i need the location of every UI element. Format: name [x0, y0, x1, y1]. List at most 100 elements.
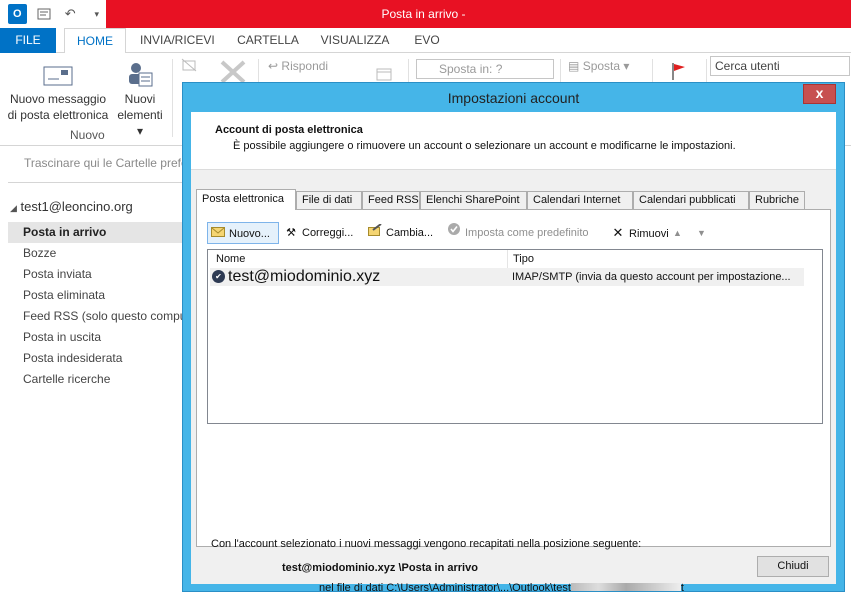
tab-folder[interactable]: CARTELLA — [236, 28, 300, 53]
folder-rss-feeds[interactable]: Feed RSS (solo questo comput — [8, 306, 184, 327]
arrow-up-icon: ▲ — [673, 228, 682, 238]
dialog-header: Account di posta elettronica È possibile… — [191, 112, 836, 170]
reply-button: ↩ Rispondi — [268, 59, 328, 73]
repair-button[interactable]: ⚒ Correggi... — [283, 222, 353, 244]
tab-home[interactable]: HOME — [64, 28, 126, 54]
change-label: Cambia... — [386, 227, 434, 239]
tab-rss-feeds[interactable]: Feed RSS — [362, 191, 420, 209]
arrow-down-icon: ▼ — [697, 228, 706, 238]
column-header-name[interactable]: Nome — [208, 250, 508, 268]
ignore-icon — [180, 57, 198, 76]
search-people-input[interactable]: Cerca utenti — [710, 56, 850, 76]
account-row-name: test@miodominio.xyz — [228, 268, 381, 285]
move-down-button[interactable]: ▼ — [697, 222, 706, 244]
remove-x-icon: ✕ — [612, 225, 624, 240]
default-account-check-icon: ✔ — [212, 270, 225, 283]
new-items-label-1: Nuovi — [124, 92, 156, 106]
quick-access-toolbar: O ↶ ▾ — [0, 0, 106, 28]
tab-published-calendars[interactable]: Calendari pubblicati — [633, 191, 749, 209]
folder-inbox[interactable]: Posta in arrivo — [8, 222, 184, 243]
redacted-filename — [570, 583, 681, 591]
window-title: Posta in arrivo - — [381, 7, 466, 21]
delivery-data-file-path: nel file di dati C:\Users\Administrator\… — [319, 582, 571, 594]
header-title: Account di posta elettronica — [215, 124, 363, 136]
delivery-account-path: test@miodominio.xyz \Posta in arrivo — [282, 562, 478, 574]
folder-junk[interactable]: Posta indesiderata — [8, 348, 184, 369]
tab-internet-calendars[interactable]: Calendari Internet — [527, 191, 633, 209]
folder-pane: Trascinare qui le Cartelle prefe ◢ test1… — [0, 146, 188, 595]
dialog-body: Account di posta elettronica È possibile… — [191, 112, 836, 594]
account-name: test1@leoncino.org — [20, 199, 133, 214]
accounts-list[interactable]: Nome Tipo ✔ test@miodominio.xyz IMAP/SMTP… — [207, 249, 823, 424]
new-items-icon — [114, 59, 166, 91]
folder-outbox[interactable]: Posta in uscita — [8, 327, 184, 348]
new-email-label-1: Nuovo messaggio — [9, 92, 107, 106]
title-bar: O ↶ ▾ Posta in arrivo - — [0, 0, 851, 28]
tools-icon: ⚒ — [286, 227, 296, 239]
send-receive-icon[interactable] — [35, 4, 54, 24]
undo-icon[interactable]: ↶ — [61, 4, 80, 24]
new-email-icon — [6, 61, 110, 91]
account-row-name-cell: ✔ test@miodominio.xyz — [212, 268, 380, 286]
delivery-data-file-tail: t — [680, 582, 684, 594]
column-header-type[interactable]: Tipo — [509, 250, 805, 268]
folder-sent[interactable]: Posta inviata — [8, 264, 184, 285]
list-header: Nome Tipo — [208, 250, 822, 268]
email-tab-panel: Nuovo... ⚒ Correggi... Cambia... Imposta … — [196, 209, 831, 594]
new-email-button[interactable]: Nuovo messaggio di posta elettronica — [6, 61, 110, 123]
outlook-app-icon[interactable]: O — [8, 4, 27, 24]
account-row-type: IMAP/SMTP (invia da questo account per i… — [512, 271, 791, 283]
check-circle-icon — [446, 222, 462, 244]
account-settings-dialog: Impostazioni account x Account di posta … — [182, 82, 845, 594]
set-default-label: Imposta come predefinito — [465, 227, 589, 239]
tab-view[interactable]: VISUALIZZA — [320, 28, 390, 53]
tab-sharepoint-lists[interactable]: Elenchi SharePoint — [420, 191, 527, 209]
folder-deleted[interactable]: Posta eliminata — [8, 285, 184, 306]
tab-email[interactable]: Posta elettronica — [196, 189, 296, 210]
change-icon — [367, 222, 383, 244]
remove-label: Rimuovi — [629, 228, 669, 240]
new-items-button[interactable]: Nuovi elementi ▾ — [114, 59, 166, 139]
move-button: ▤ Sposta ▾ — [568, 59, 629, 73]
flag-icon — [670, 61, 688, 84]
move-icon: ▤ — [568, 59, 580, 73]
change-button[interactable]: Cambia... — [367, 222, 433, 244]
quick-steps-box: Sposta in: ? — [416, 59, 554, 79]
quick-step-move-to: Sposta in: ? — [439, 62, 503, 76]
qat-customize-icon[interactable]: ▾ — [88, 4, 107, 24]
tab-send-receive[interactable]: INVIA/RICEVI — [140, 28, 215, 53]
new-items-label-2: elementi ▾ — [117, 108, 163, 138]
delivery-data-file: nel file di dati C:\Users\Administrator\… — [319, 582, 684, 594]
header-subtitle: È possibile aggiungere o rimuovere un ac… — [233, 140, 736, 152]
remove-button[interactable]: ✕ Rimuovi — [610, 222, 669, 244]
new-email-label-2: di posta elettronica — [7, 108, 109, 122]
account-row[interactable]: ✔ test@miodominio.xyz IMAP/SMTP (invia da… — [210, 268, 804, 286]
account-node[interactable]: ◢ test1@leoncino.org — [10, 199, 133, 214]
new-mail-icon — [210, 223, 226, 245]
tab-evo[interactable]: EVO — [410, 28, 444, 53]
group-label-new: Nuovo — [70, 128, 105, 142]
move-up-button[interactable]: ▲ — [673, 222, 682, 244]
repair-label: Correggi... — [302, 227, 354, 239]
dialog-title: Impostazioni account — [447, 90, 580, 106]
ribbon-tabs: FILE HOME INVIA/RICEVI CARTELLA VISUALIZ… — [0, 28, 851, 54]
collapse-triangle-icon[interactable]: ◢ — [10, 203, 17, 213]
ribbon-separator — [172, 59, 173, 137]
reply-icon: ↩ — [268, 59, 279, 73]
delivery-intro-text: Con l'account selezionato i nuovi messag… — [211, 538, 642, 550]
reply-label: Rispondi — [281, 59, 329, 73]
close-button[interactable]: Chiudi — [757, 556, 829, 577]
folder-drafts[interactable]: Bozze — [8, 243, 184, 264]
new-account-label: Nuovo... — [229, 228, 270, 240]
search-people-label: Cerca utenti — [715, 59, 780, 73]
window-title-bar: Posta in arrivo - — [106, 0, 851, 28]
tab-file[interactable]: FILE — [0, 28, 56, 53]
folder-search[interactable]: Cartelle ricerche — [8, 369, 184, 390]
tab-data-files[interactable]: File di dati — [296, 191, 362, 209]
move-label: Sposta ▾ — [582, 59, 630, 73]
dialog-close-button[interactable]: x — [803, 84, 836, 104]
new-account-button[interactable]: Nuovo... — [207, 222, 279, 244]
tab-address-books[interactable]: Rubriche — [749, 191, 805, 209]
set-default-button[interactable]: Imposta come predefinito — [446, 222, 589, 244]
favorites-drag-hint: Trascinare qui le Cartelle prefe — [24, 156, 188, 170]
